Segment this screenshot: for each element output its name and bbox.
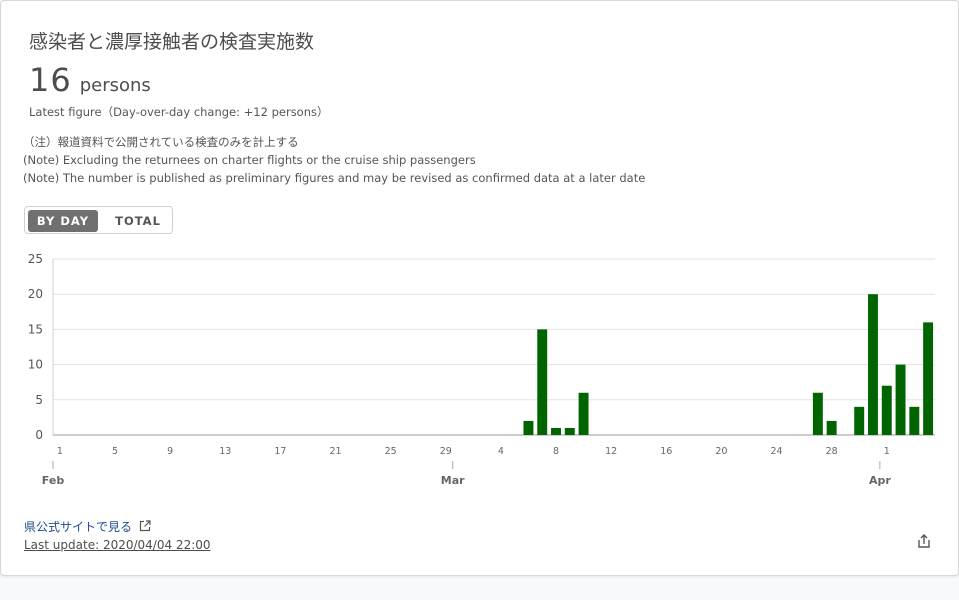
x-day-tick-label: 4	[498, 446, 504, 457]
last-update: Last update: 2020/04/04 22:00	[24, 538, 211, 552]
data-bar	[537, 329, 548, 435]
x-day-tick-label: 8	[553, 446, 559, 457]
x-day-tick-label: 21	[329, 446, 341, 457]
x-day-tick-label: 9	[167, 446, 173, 457]
y-tick-label: 5	[35, 393, 43, 407]
x-day-tick-label: 1	[884, 446, 890, 457]
x-day-tick-label: 28	[826, 446, 838, 457]
y-tick-label: 15	[28, 322, 43, 336]
bar-chart: 05101520251 5 9 13 17 21 25 29 4 8 12 16 20 24 28 1Feb M…	[28, 252, 935, 487]
data-bar	[854, 406, 865, 435]
chart-axes: 05101520251 5 9 13 17 21 25 29 4 8 12 16 20 24 28 1Feb M…	[28, 252, 892, 487]
latest-figure-note: Latest figure（Day-over-day change: +12 p…	[29, 105, 329, 119]
headline-figure: 16 persons	[29, 61, 151, 99]
y-tick-label: 20	[28, 287, 43, 301]
by-day-button[interactable]: BY DAY	[28, 210, 98, 232]
x-day-tick-label: 1	[57, 446, 63, 457]
data-bar	[826, 420, 837, 435]
data-bar	[523, 420, 534, 435]
official-site-link-label: 県公式サイトで見る	[24, 520, 133, 534]
x-day-tick-label: 17	[274, 446, 286, 457]
x-day-tick-label: 20	[715, 446, 727, 457]
x-month-label: Mar	[441, 474, 465, 487]
y-tick-label: 10	[28, 358, 43, 372]
data-bar	[895, 364, 906, 435]
x-day-tick-label: 24	[770, 446, 782, 457]
note-line: (Note) Excluding the returnees on charte…	[23, 153, 476, 167]
external-link-icon	[139, 520, 151, 532]
data-bar	[923, 322, 934, 435]
data-bar	[881, 385, 892, 435]
y-tick-label: 25	[28, 252, 43, 266]
x-day-tick-label: 25	[385, 446, 397, 457]
chart-grid	[52, 258, 935, 436]
x-day-tick-label: 16	[660, 446, 672, 457]
data-type-toggle: BY DAY TOTAL	[24, 206, 173, 234]
note-line: （注）報道資料で公開されている検査のみを計上する	[23, 135, 299, 149]
notes: （注）報道資料で公開されている検査のみを計上する (Note) Excludin…	[23, 133, 645, 187]
data-bar	[578, 392, 589, 435]
data-bar	[868, 294, 878, 435]
x-day-tick-label: 29	[440, 446, 452, 457]
x-day-tick-label: 12	[605, 446, 617, 457]
y-tick-label: 0	[35, 428, 43, 442]
card-title: 感染者と濃厚接触者の検査実施数	[29, 31, 315, 53]
headline-value: 16	[29, 61, 72, 99]
total-button[interactable]: TOTAL	[105, 210, 171, 232]
data-bar	[551, 427, 561, 435]
x-day-tick-label: 13	[219, 446, 231, 457]
note-line: (Note) The number is published as prelim…	[23, 171, 646, 185]
share-icon[interactable]	[915, 532, 933, 550]
data-bar	[564, 427, 575, 435]
x-day-tick-label: 5	[112, 446, 118, 457]
data-bar	[909, 406, 920, 435]
official-site-link[interactable]: 県公式サイトで見る	[24, 518, 151, 535]
headline-unit: persons	[79, 75, 151, 96]
x-month-label: Feb	[42, 474, 65, 487]
x-month-label: Apr	[869, 474, 891, 487]
data-bar	[812, 392, 823, 435]
chart-card: 感染者と濃厚接触者の検査実施数 16 persons Latest figure（…	[0, 0, 959, 576]
